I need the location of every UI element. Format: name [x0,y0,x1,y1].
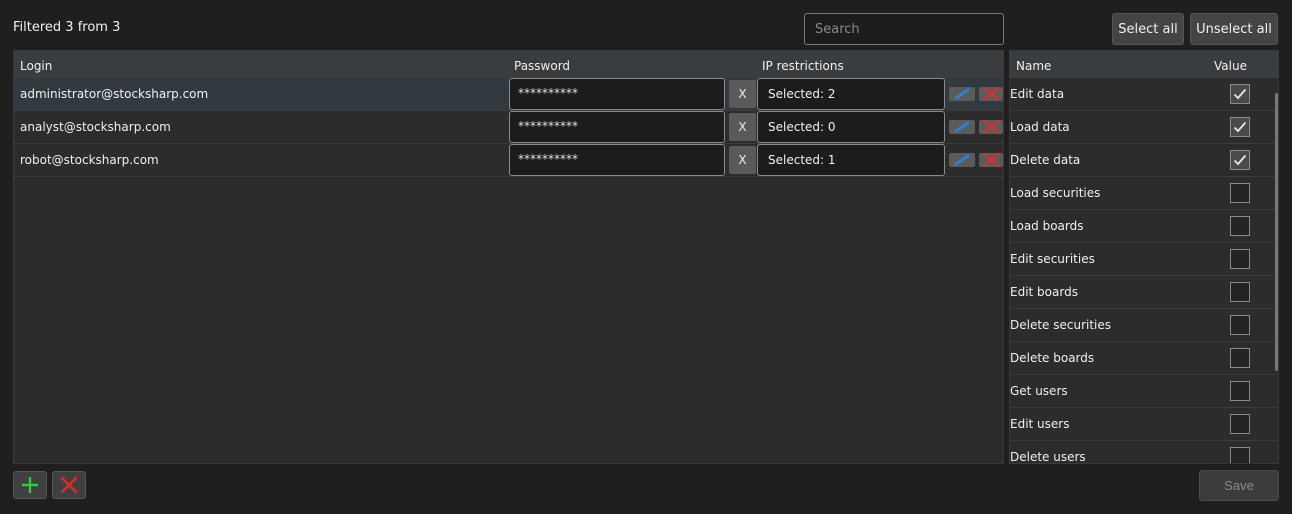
permission-checkbox[interactable] [1230,84,1250,104]
pencil-icon [954,88,970,100]
user-login: robot@stocksharp.com [20,153,159,167]
permission-checkbox[interactable] [1230,117,1250,137]
pencil-icon [954,121,970,133]
ip-restrictions-field[interactable]: Selected: 2 [757,78,945,110]
permission-checkbox[interactable] [1230,150,1250,170]
permissions-grid-header: Name Value [1010,51,1278,78]
unselect-all-button[interactable]: Unselect all [1190,13,1278,45]
table-row[interactable]: administrator@stocksharp.com ********** … [14,78,1003,111]
users-grid-header: Login Password IP restrictions [14,51,1003,78]
permission-name: Edit boards [1010,285,1078,299]
permission-checkbox[interactable] [1230,282,1250,302]
permission-name: Delete data [1010,153,1081,167]
check-icon [1233,88,1247,100]
clear-password-button[interactable]: X [729,146,756,174]
permission-name: Load securities [1010,186,1101,200]
table-row[interactable]: analyst@stocksharp.com ********** X Sele… [14,111,1003,144]
list-item[interactable]: Edit users [1010,408,1278,441]
list-item[interactable]: Delete data [1010,144,1278,177]
password-field[interactable]: ********** [509,144,725,176]
column-header-name[interactable]: Name [1016,59,1051,73]
ip-restrictions-field[interactable]: Selected: 1 [757,144,945,176]
password-field[interactable]: ********** [509,111,725,143]
users-grid: Login Password IP restrictions administr… [13,50,1004,464]
list-item[interactable]: Load data [1010,111,1278,144]
permission-checkbox[interactable] [1230,249,1250,269]
column-header-password[interactable]: Password [514,59,570,73]
list-item[interactable]: Edit boards [1010,276,1278,309]
user-login: administrator@stocksharp.com [20,87,209,101]
permissions-scrollbar[interactable] [1275,93,1278,371]
close-icon [60,476,78,494]
permission-name: Get users [1010,384,1068,398]
close-icon [982,153,1000,167]
pencil-icon [954,154,970,166]
filter-status: Filtered 3 from 3 [13,20,121,35]
remove-user-button[interactable] [52,471,86,499]
permission-name: Delete boards [1010,351,1095,365]
list-item[interactable]: Edit securities [1010,243,1278,276]
permission-checkbox[interactable] [1230,381,1250,401]
list-item[interactable]: Load securities [1010,177,1278,210]
list-item[interactable]: Delete users [1010,441,1278,464]
clear-password-button[interactable]: X [729,113,756,141]
table-row[interactable]: robot@stocksharp.com ********** X Select… [14,144,1003,177]
permission-name: Edit data [1010,87,1065,101]
list-item[interactable]: Delete securities [1010,309,1278,342]
permission-name: Edit securities [1010,252,1095,266]
permissions-grid: Name Value Edit data Load data Delete data… [1009,50,1279,464]
select-all-button[interactable]: Select all [1112,13,1184,45]
close-icon [982,87,1000,101]
delete-user-button[interactable] [979,120,1003,134]
edit-user-button[interactable] [949,120,975,134]
clear-password-button[interactable]: X [729,80,756,108]
permission-checkbox[interactable] [1230,348,1250,368]
permission-checkbox[interactable] [1230,315,1250,335]
check-icon [1233,154,1247,166]
search-input[interactable] [804,13,1004,45]
permission-name: Load data [1010,120,1070,134]
permission-name: Delete securities [1010,318,1112,332]
permission-name: Delete users [1010,450,1086,464]
close-icon [982,120,1000,134]
permission-name: Edit users [1010,417,1070,431]
permission-checkbox[interactable] [1230,447,1250,463]
user-login: analyst@stocksharp.com [20,120,171,134]
permission-checkbox[interactable] [1230,414,1250,434]
password-field[interactable]: ********** [509,78,725,110]
delete-user-button[interactable] [979,153,1003,167]
column-header-value[interactable]: Value [1214,59,1247,73]
delete-user-button[interactable] [979,87,1003,101]
edit-user-button[interactable] [949,153,975,167]
save-button[interactable]: Save [1199,470,1279,501]
plus-icon [22,477,38,493]
column-header-ip-restrictions[interactable]: IP restrictions [762,59,844,73]
permission-checkbox[interactable] [1230,216,1250,236]
column-header-login[interactable]: Login [20,59,52,73]
list-item[interactable]: Edit data [1010,78,1278,111]
list-item[interactable]: Delete boards [1010,342,1278,375]
edit-user-button[interactable] [949,87,975,101]
list-item[interactable]: Load boards [1010,210,1278,243]
permission-checkbox[interactable] [1230,183,1250,203]
check-icon [1233,121,1247,133]
permission-name: Load boards [1010,219,1084,233]
list-item[interactable]: Get users [1010,375,1278,408]
add-user-button[interactable] [13,471,47,499]
ip-restrictions-field[interactable]: Selected: 0 [757,111,945,143]
